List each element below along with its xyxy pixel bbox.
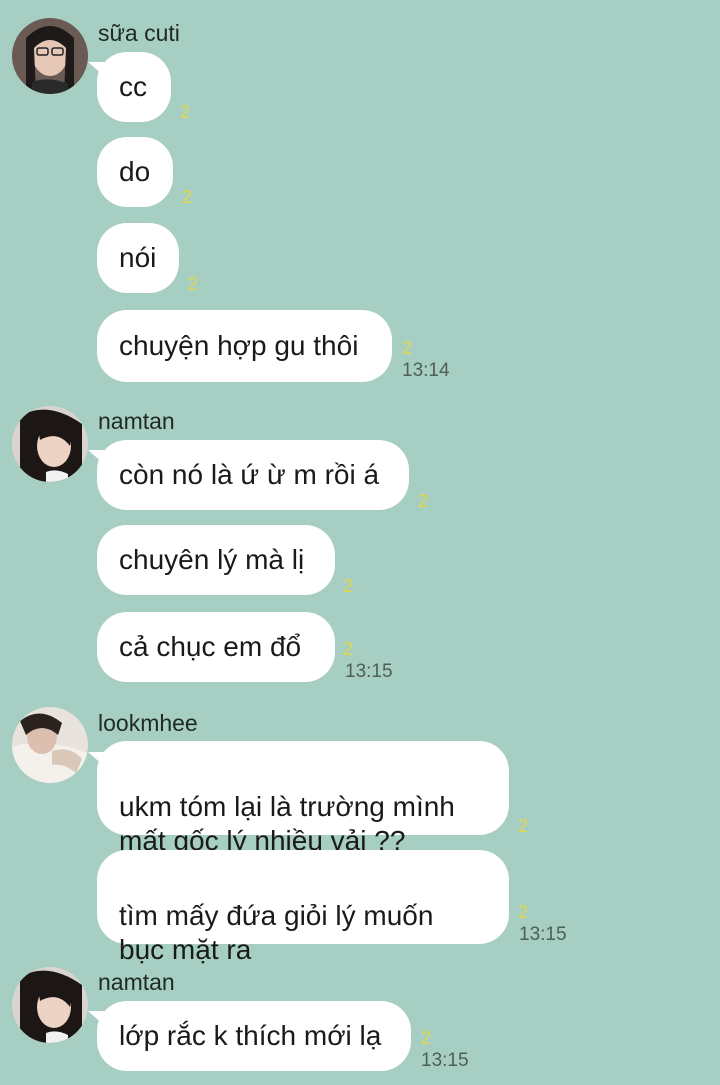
message-text: nói: [119, 242, 157, 273]
message-bubble[interactable]: ukm tóm lại là trường mình mất gốc lý nh…: [97, 741, 509, 856]
timestamp: 13:15: [345, 661, 393, 682]
timestamp: 13:15: [421, 1050, 469, 1071]
read-count: 2: [518, 816, 529, 836]
sender-name: sữa cuti: [98, 20, 180, 46]
read-count: 2: [418, 491, 429, 511]
message-text: lớp rắc k thích mới lạ: [119, 1020, 382, 1051]
timestamp: 13:14: [402, 360, 450, 381]
message-bubble[interactable]: chuyên lý mà lị: [97, 525, 335, 595]
message-bubble[interactable]: cả chục em đổ: [97, 612, 335, 682]
message-bubble[interactable]: tìm mấy đứa giỏi lý muốn bục mặt ra: [97, 850, 509, 965]
message-text: tìm mấy đứa giỏi lý muốn bục mặt ra: [119, 900, 434, 965]
read-count: 2: [180, 102, 191, 122]
read-count: 2: [343, 576, 354, 596]
read-count: 2: [421, 1028, 432, 1048]
message-text: còn nó là ứ ừ m rồi á: [119, 459, 380, 490]
message-bubble[interactable]: nói: [97, 223, 179, 293]
message-text: cả chục em đổ: [119, 631, 302, 662]
read-count: 2: [182, 187, 193, 207]
sender-name: lookmhee: [98, 710, 198, 736]
read-count: 2: [343, 639, 354, 659]
avatar-namtan[interactable]: [12, 967, 88, 1043]
avatar-image: [12, 707, 88, 783]
sender-name: namtan: [98, 408, 175, 434]
avatar-sua-cuti[interactable]: [12, 18, 88, 94]
timestamp: 13:15: [519, 924, 567, 945]
message-text: chuyên lý mà lị: [119, 544, 305, 575]
avatar-image: [12, 967, 88, 1043]
message-bubble[interactable]: chuyện hợp gu thôi: [97, 310, 392, 382]
message-text: do: [119, 156, 151, 187]
message-text: cc: [119, 71, 147, 102]
message-bubble[interactable]: cc: [97, 52, 171, 122]
avatar-image: [12, 406, 88, 482]
read-count: 2: [188, 274, 199, 294]
sender-name: namtan: [98, 969, 175, 995]
message-bubble[interactable]: lớp rắc k thích mới lạ: [97, 1001, 411, 1071]
avatar-namtan[interactable]: [12, 406, 88, 482]
avatar-image: [12, 18, 88, 94]
avatar-lookmhee[interactable]: [12, 707, 88, 783]
read-count: 2: [402, 338, 413, 358]
read-count: 2: [518, 902, 529, 922]
message-bubble[interactable]: do: [97, 137, 173, 207]
message-bubble[interactable]: còn nó là ứ ừ m rồi á: [97, 440, 409, 510]
message-text: ukm tóm lại là trường mình mất gốc lý nh…: [119, 791, 455, 856]
message-text: chuyện hợp gu thôi: [119, 330, 359, 361]
